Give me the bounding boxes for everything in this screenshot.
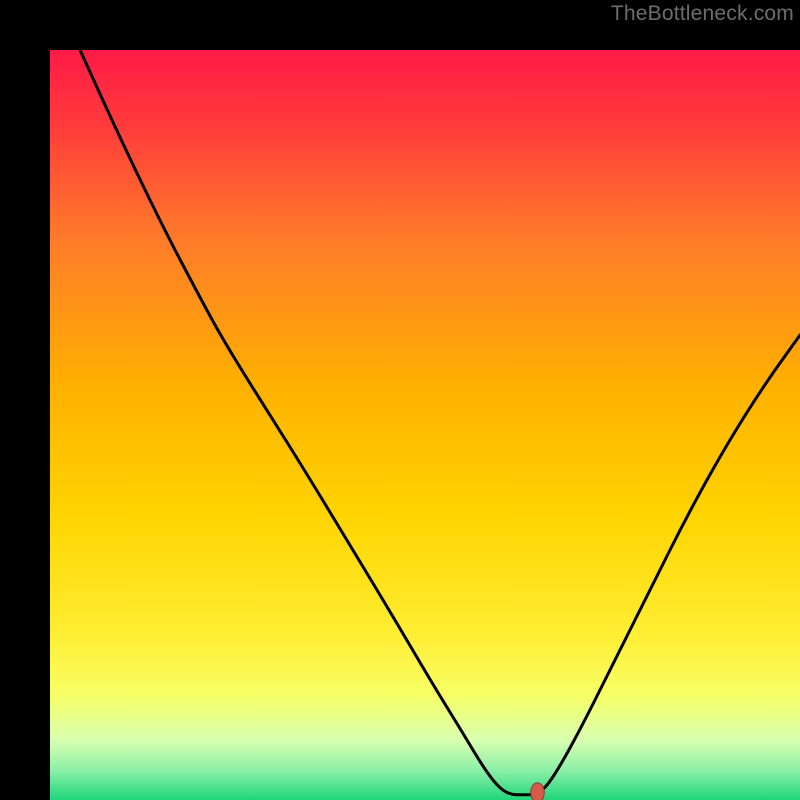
chart-frame [0,0,800,800]
chart-background [50,50,800,800]
watermark-text: TheBottleneck.com [611,2,794,26]
optimal-marker [531,783,545,800]
bottleneck-chart [50,50,800,800]
